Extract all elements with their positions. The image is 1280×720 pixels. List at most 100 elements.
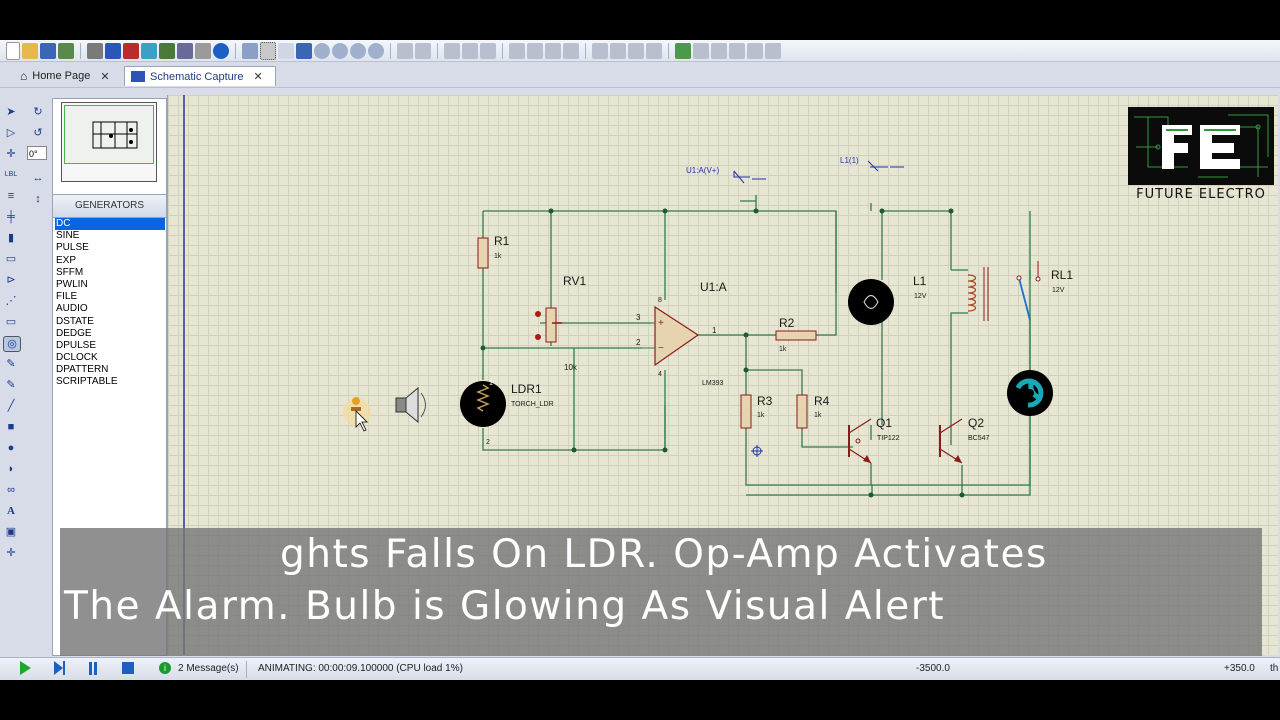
make-device-icon[interactable] (610, 42, 626, 59)
generator-item-pwlin[interactable]: PWLIN (55, 279, 165, 291)
bom-icon[interactable] (177, 42, 193, 59)
selection-mode-icon[interactable]: ➤ (3, 105, 19, 119)
tape-recorder-icon[interactable]: ▭ (3, 315, 19, 329)
path-tool-icon[interactable]: ∞ (3, 483, 19, 497)
generator-item-scriptable[interactable]: SCRIPTABLE (55, 376, 165, 388)
property-tool-icon[interactable] (711, 42, 727, 59)
text-script-mode-icon[interactable]: ≡ (3, 189, 19, 203)
block-delete-icon[interactable] (563, 42, 579, 59)
close-icon[interactable]: ✕ (254, 70, 263, 83)
rotate-ccw-icon[interactable]: ↺ (30, 126, 46, 140)
messages-icon[interactable]: i (159, 662, 171, 674)
generator-item-exp[interactable]: EXP (55, 255, 165, 267)
speaker-buzzer[interactable] (395, 386, 426, 424)
3d-view-icon[interactable] (159, 42, 175, 59)
opamp-supply-terminal[interactable]: U1:A(V+) (686, 166, 766, 184)
generator-item-dc[interactable]: DC (55, 218, 165, 231)
home-icon[interactable] (87, 42, 103, 59)
stop-button[interactable] (122, 662, 134, 674)
schematic-icon[interactable] (105, 42, 121, 59)
netlist-icon[interactable] (765, 42, 781, 59)
generator-item-dpulse[interactable]: DPULSE (55, 340, 165, 352)
cut-icon[interactable] (444, 42, 460, 59)
graph-mode-icon[interactable]: ⋰ (3, 294, 19, 308)
generator-item-sffm[interactable]: SFFM (55, 267, 165, 279)
zoom-out-icon[interactable] (332, 42, 348, 59)
device-pins-mode-icon[interactable]: ⊳ (3, 273, 19, 287)
zoom-all-icon[interactable] (350, 42, 366, 59)
new-sheet-icon[interactable] (729, 42, 745, 59)
bulb-supply-terminal[interactable]: L1(1) (840, 156, 904, 172)
pick-device-icon[interactable] (592, 42, 608, 59)
paste-icon[interactable] (480, 42, 496, 59)
undo-icon[interactable] (397, 42, 413, 59)
step-button[interactable] (54, 661, 66, 675)
current-probe-icon[interactable]: ✎ (3, 378, 19, 392)
wire-label-mode-icon[interactable]: LBL (3, 168, 19, 182)
generator-item-sine[interactable]: SINE (55, 230, 165, 242)
transistor-q2[interactable]: Q2 BC547 (939, 416, 990, 464)
generator-item-dclock[interactable]: DCLOCK (55, 352, 165, 364)
zoom-in-icon[interactable] (314, 42, 330, 59)
redo-icon[interactable] (415, 42, 431, 59)
resistor-r4[interactable]: R4 1k (796, 394, 830, 429)
origin-icon[interactable] (278, 42, 294, 59)
buses-mode-icon[interactable]: ╪ (3, 210, 19, 224)
subcircuit-mode-icon[interactable]: ▮ (3, 231, 19, 245)
generator-item-pulse[interactable]: PULSE (55, 242, 165, 254)
generator-item-dstate[interactable]: DSTATE (55, 316, 165, 328)
wire-autorouter-icon[interactable] (675, 42, 691, 59)
packaging-icon[interactable] (628, 42, 644, 59)
pause-button[interactable] (89, 662, 92, 675)
block-move-icon[interactable] (527, 42, 543, 59)
circle-tool-icon[interactable]: ● (3, 441, 19, 455)
tab-home-page[interactable]: ⌂ Home Page ✕ (14, 66, 122, 86)
resistor-r2[interactable]: R2 1k (775, 316, 817, 353)
copy-icon[interactable] (462, 42, 478, 59)
junction-mode-icon[interactable]: ✛ (3, 147, 19, 161)
marker-tool-icon[interactable]: ✛ (3, 546, 19, 560)
pcb-icon[interactable] (123, 42, 139, 59)
arc-tool-icon[interactable]: ◗ (3, 462, 19, 476)
open-folder-icon[interactable] (22, 42, 38, 59)
lamp-l1[interactable]: L1 12V (848, 274, 927, 325)
notes-icon[interactable] (195, 42, 211, 59)
block-copy-icon[interactable] (509, 42, 525, 59)
transistor-q1[interactable]: Q1 TIP122 (848, 416, 900, 464)
zoom-area-icon[interactable] (368, 42, 384, 59)
gerber-icon[interactable] (141, 42, 157, 59)
text-tool-icon[interactable]: A (3, 504, 19, 518)
refresh-icon[interactable] (242, 42, 258, 59)
terminals-mode-icon[interactable]: ▭ (3, 252, 19, 266)
component-mode-icon[interactable]: ▷ (3, 126, 19, 140)
box-tool-icon[interactable]: ■ (3, 420, 19, 434)
generator-item-dpattern[interactable]: DPATTERN (55, 364, 165, 376)
import-icon[interactable] (58, 42, 74, 59)
pan-icon[interactable] (296, 42, 312, 59)
resistor-r1[interactable]: R1 1k (477, 234, 510, 269)
play-button[interactable] (20, 661, 31, 675)
mirror-y-icon[interactable]: ↕ (30, 192, 46, 206)
motor-fan[interactable] (1007, 370, 1053, 416)
rotation-input[interactable]: 0° (27, 146, 47, 160)
generator-item-audio[interactable]: AUDIO (55, 303, 165, 315)
messages-count[interactable]: 2 Message(s) (178, 663, 239, 674)
resistor-r3[interactable]: R3 1k (740, 394, 773, 429)
close-icon[interactable]: ✕ (100, 70, 109, 83)
mirror-x-icon[interactable]: ↔ (30, 171, 46, 185)
block-rotate-icon[interactable] (545, 42, 561, 59)
decompose-icon[interactable] (646, 42, 662, 59)
relay-rl1[interactable]: RL1 12V (967, 261, 1073, 325)
help-icon[interactable] (213, 42, 229, 59)
generator-item-file[interactable]: FILE (55, 291, 165, 303)
remove-sheet-icon[interactable] (747, 42, 763, 59)
tab-schematic-capture[interactable]: Schematic Capture ✕ (124, 66, 276, 86)
opamp-u1a[interactable]: + − 3 2 1 8 4 U1:A LM393 (636, 280, 727, 387)
search-icon[interactable] (693, 42, 709, 59)
ldr-ldr1[interactable]: 1 2 LDR1 TORCH_LDR (460, 380, 554, 446)
rotate-cw-icon[interactable]: ↻ (30, 105, 46, 119)
voltage-probe-icon[interactable]: ✎ (3, 357, 19, 371)
line-tool-icon[interactable]: ╱ (3, 399, 19, 413)
grid-icon[interactable] (260, 41, 276, 60)
save-icon[interactable] (40, 42, 56, 59)
